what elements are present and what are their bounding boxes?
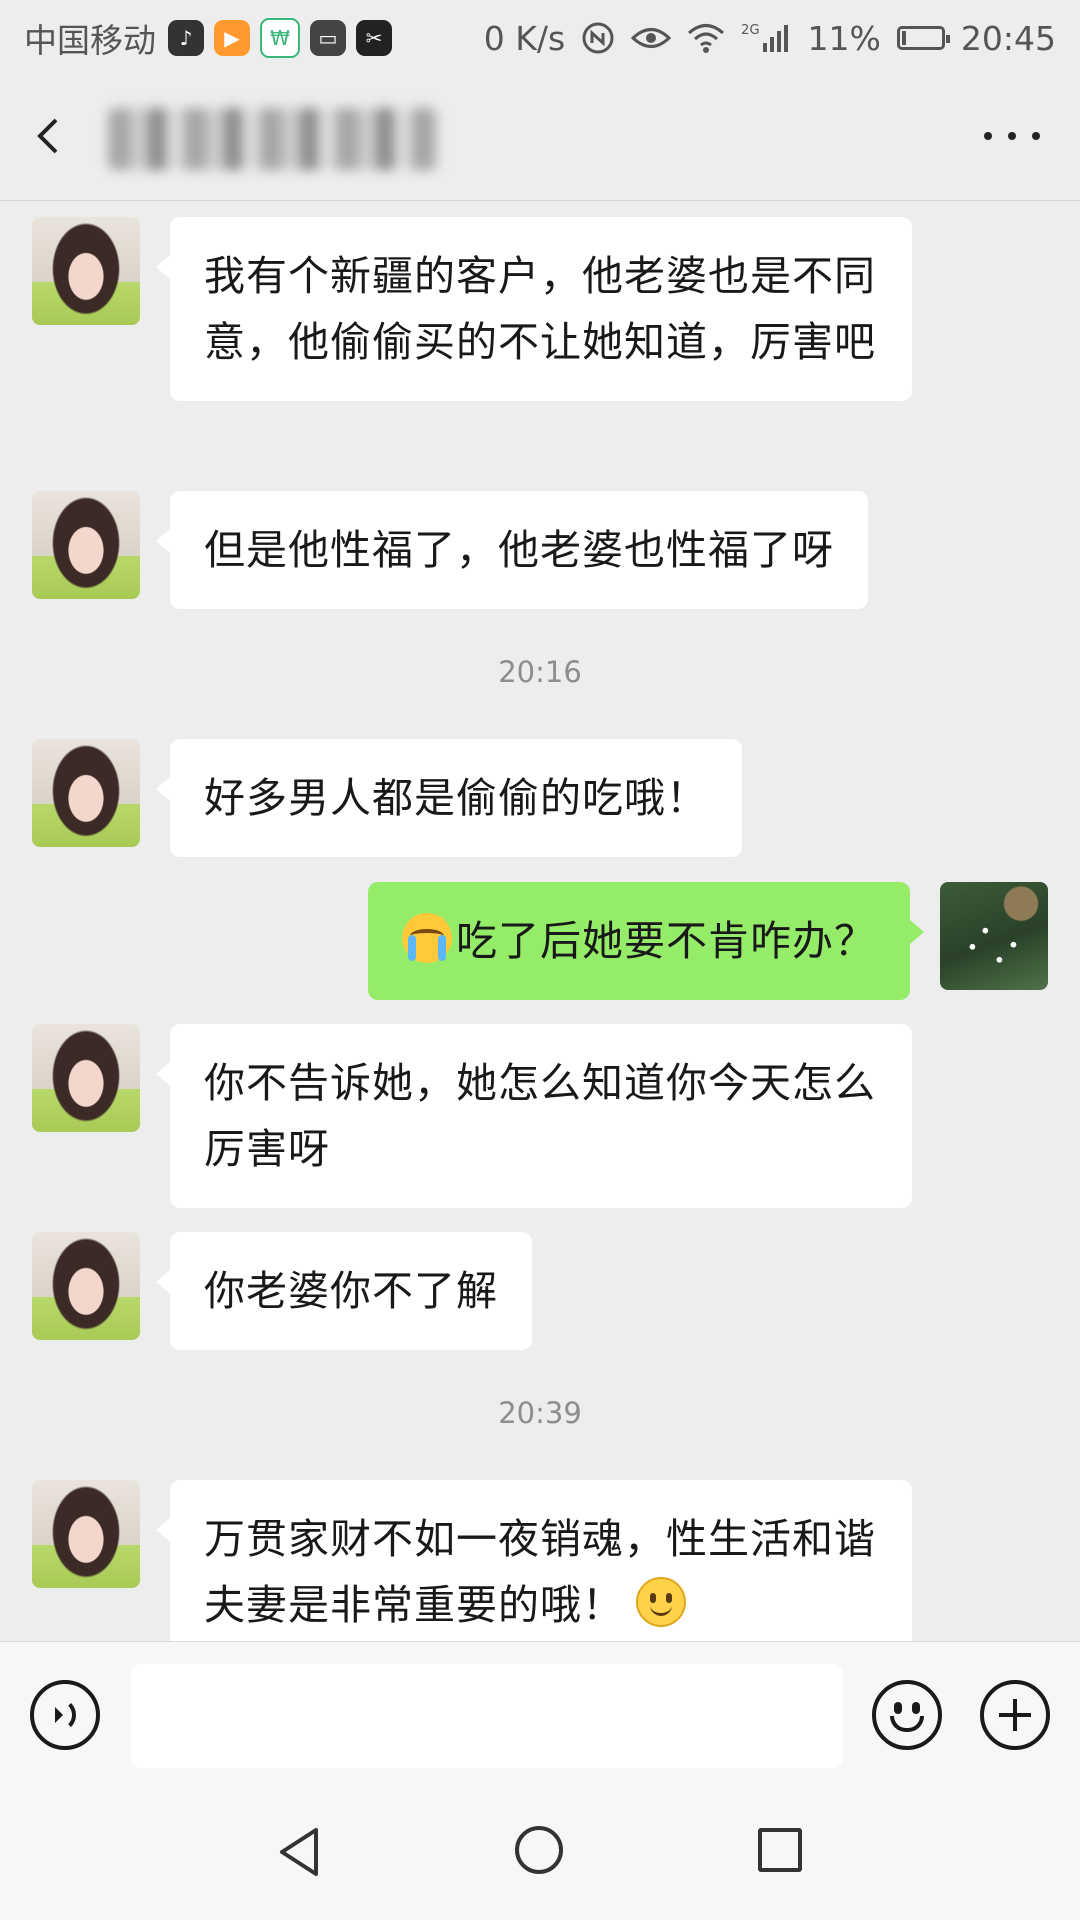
input-bar — [0, 1641, 1080, 1781]
bank-app-icon: ₩ — [260, 18, 300, 58]
timestamp: 20:16 — [498, 655, 582, 689]
message-bubble[interactable]: 好多男人都是偷偷的吃哦！ — [156, 739, 742, 857]
back-arrow-icon[interactable] — [30, 114, 74, 158]
message-text: 吃了后她要不肯咋办？ — [456, 917, 876, 965]
carrier-name: 中国移动 — [24, 21, 156, 60]
crying-emoji-icon — [402, 913, 452, 963]
my-avatar[interactable] — [940, 882, 1048, 990]
message-list[interactable]: 我有个新疆的客户，他老婆也是不同意，他偷偷买的不让她知道，厉害吧 但是他性福了，… — [0, 201, 1080, 1641]
system-navigation-bar — [0, 1781, 1080, 1920]
battery-percent: 11% — [807, 18, 881, 58]
system-recents-icon[interactable] — [758, 1828, 802, 1872]
eye-comfort-icon — [631, 28, 672, 48]
nfc-icon — [582, 22, 614, 54]
status-bar-left: 中国移动 ♪ ▶ ₩ ▭ ✂ — [24, 14, 402, 62]
contact-avatar[interactable] — [32, 739, 140, 847]
message-bubble[interactable]: 你不告诉她，她怎么知道你今天怎么厉害呀 — [156, 1024, 912, 1208]
contact-avatar[interactable] — [32, 1024, 140, 1132]
timestamp: 20:39 — [498, 1396, 582, 1430]
smile-emoji-icon — [636, 1577, 686, 1627]
system-home-icon[interactable] — [515, 1826, 563, 1874]
message-bubble[interactable]: 你老婆你不了解 — [156, 1232, 532, 1350]
message-bubble[interactable]: 吃了后她要不肯咋办？ — [368, 882, 924, 1000]
contact-avatar[interactable] — [32, 491, 140, 599]
message-bubble[interactable]: 我有个新疆的客户，他老婆也是不同意，他偷偷买的不让她知道，厉害吧 — [156, 217, 912, 401]
capcut-icon: ✂ — [356, 20, 392, 56]
system-back-icon[interactable] — [276, 1826, 322, 1878]
status-bar-right: 0 K/s 2G 11% 20:45 — [484, 19, 1056, 58]
battery-icon — [896, 26, 950, 50]
clock: 20:45 — [960, 18, 1056, 58]
voice-input-button[interactable] — [30, 1680, 100, 1750]
video-app-icon: ▶ — [214, 20, 250, 56]
message-text: 万贯家财不如一夜销魂，性生活和谐夫妻是非常重要的哦！ — [204, 1515, 876, 1629]
more-functions-button[interactable] — [980, 1680, 1050, 1750]
contact-avatar[interactable] — [32, 1232, 140, 1340]
more-options-icon[interactable] — [984, 116, 1040, 156]
chat-title: ██████ — [108, 108, 438, 170]
contact-avatar[interactable] — [32, 1480, 140, 1588]
signal-icon: 2G — [741, 23, 791, 53]
chat-header: ██████ — [0, 76, 1080, 201]
contact-avatar[interactable] — [32, 217, 140, 325]
message-input[interactable] — [131, 1664, 843, 1768]
message-bubble[interactable]: 万贯家财不如一夜销魂，性生活和谐夫妻是非常重要的哦！ — [156, 1480, 912, 1641]
status-bar: 中国移动 ♪ ▶ ₩ ▭ ✂ 0 K/s 2G 11% 20:45 — [0, 0, 1080, 76]
message-bubble[interactable]: 但是他性福了，他老婆也性福了呀 — [156, 491, 868, 609]
wifi-icon — [688, 24, 725, 53]
emoji-button[interactable] — [872, 1680, 942, 1750]
tiktok-icon: ♪ — [168, 20, 204, 56]
wallet-app-icon: ▭ — [310, 20, 346, 56]
net-speed: 0 K/s — [483, 18, 566, 58]
